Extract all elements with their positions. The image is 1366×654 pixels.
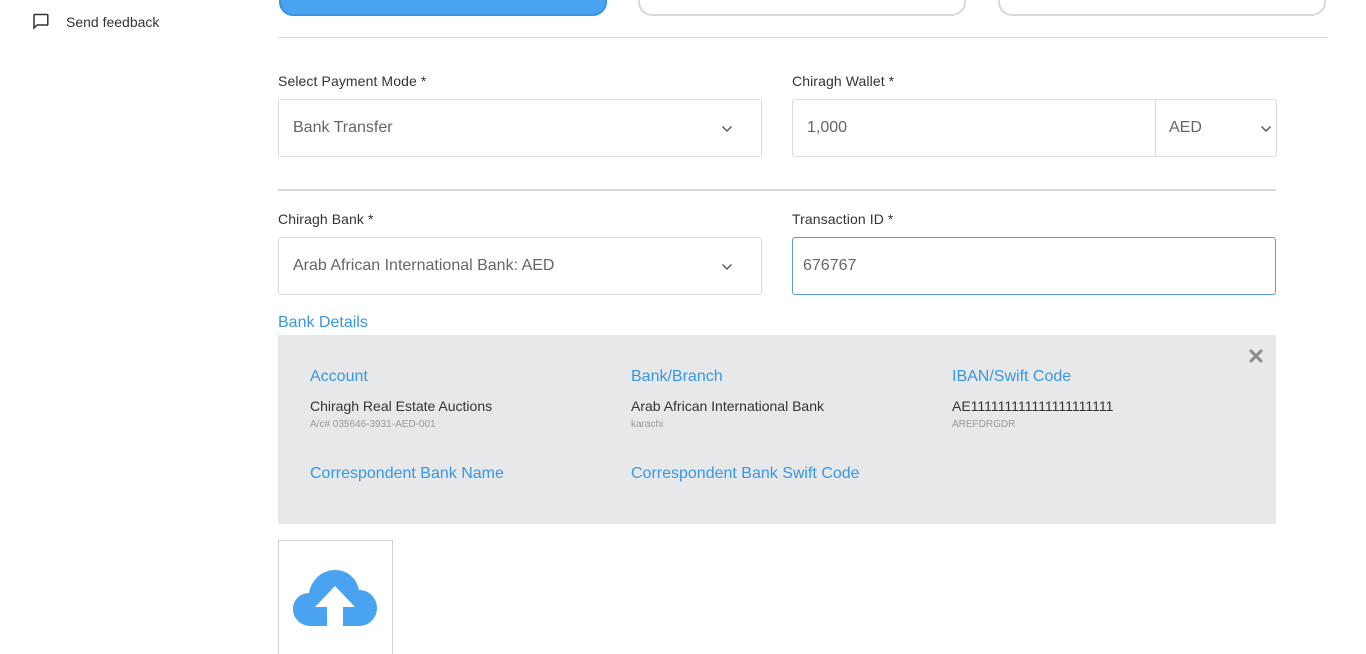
comment-icon [32, 13, 49, 30]
cloud-upload-icon [293, 570, 377, 626]
branch-name: Arab African International Bank [631, 398, 825, 414]
account-heading: Account [310, 368, 368, 385]
payment-mode-label: Select Payment Mode * [278, 73, 427, 89]
currency-select[interactable]: AED [1169, 119, 1202, 137]
wallet-label: Chiragh Wallet * [792, 73, 895, 89]
send-feedback-label: Send feedback [66, 13, 160, 30]
transaction-id-label: Transaction ID * [792, 211, 894, 227]
transaction-id-value: 676767 [803, 257, 857, 274]
bank-value: Arab African International Bank: AED [293, 257, 555, 274]
bank-details-panel: Account Chiragh Real Estate Auctions A/c… [278, 335, 1276, 524]
chevron-down-icon [721, 260, 733, 278]
tab-second[interactable] [638, 0, 966, 16]
bank-details-title[interactable]: Bank Details [278, 314, 368, 332]
chevron-down-icon [1260, 122, 1272, 140]
swift-value: AREFDRGDR [952, 419, 1016, 430]
payment-mode-value: Bank Transfer [293, 119, 393, 136]
correspondent-bank-swift-heading: Correspondent Bank Swift Code [631, 465, 860, 482]
branch-heading: Bank/Branch [631, 368, 723, 385]
close-icon[interactable] [1249, 349, 1263, 368]
chevron-down-icon [721, 122, 733, 140]
section-divider [278, 189, 1276, 191]
page: Send feedback Select Payment Mode * Chir… [0, 0, 1366, 654]
divider [278, 37, 1328, 38]
transaction-id-input[interactable]: 676767 [792, 237, 1276, 295]
wallet-amount-input[interactable]: 1,000 [807, 119, 847, 137]
branch-location: karachi [631, 419, 664, 430]
bank-label: Chiragh Bank * [278, 211, 374, 227]
wallet-amount-group: 1,000 AED [792, 99, 1277, 157]
account-name: Chiragh Real Estate Auctions [310, 398, 493, 414]
bank-select[interactable]: Arab African International Bank: AED [278, 237, 762, 295]
tab-third[interactable] [998, 0, 1326, 16]
tab-active[interactable] [279, 0, 607, 16]
payment-mode-select[interactable]: Bank Transfer [278, 99, 762, 157]
account-number: A/c# 035646-3931-AED-001 [310, 419, 436, 430]
field-divider [1155, 100, 1156, 156]
iban-value: AE111111111111111111111 [952, 398, 1114, 414]
correspondent-bank-name-heading: Correspondent Bank Name [310, 465, 504, 482]
iban-heading: IBAN/Swift Code [952, 368, 1072, 385]
upload-receipt-button[interactable] [278, 540, 393, 654]
send-feedback-link[interactable]: Send feedback [32, 13, 159, 30]
